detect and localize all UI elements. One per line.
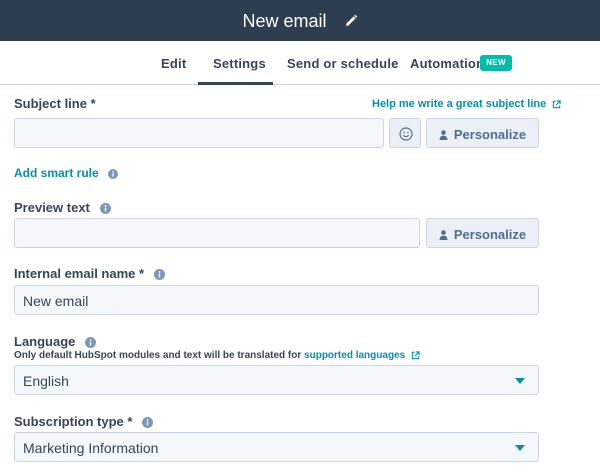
caret-down-icon	[515, 445, 525, 451]
pencil-icon[interactable]	[344, 14, 358, 28]
supported-languages-link[interactable]: supported languages	[304, 350, 405, 361]
smiley-icon	[399, 127, 413, 141]
subject-personalize-label: Personalize	[453, 127, 527, 142]
tab-bar: Edit Settings Send or schedule Automatio…	[0, 41, 600, 85]
supported-languages-text[interactable]: supported languages	[304, 350, 405, 361]
subject-personalize-button[interactable]: Personalize	[426, 118, 539, 148]
subject-line-input[interactable]	[14, 118, 384, 148]
preview-personalize-button[interactable]: Personalize	[426, 218, 539, 248]
email-title-area[interactable]: New email	[0, 10, 600, 32]
info-icon	[153, 269, 165, 281]
subscription-type-label: Subscription type *	[14, 414, 133, 429]
header-bar: New email	[0, 0, 600, 41]
person-icon	[439, 230, 448, 240]
external-link-icon	[411, 351, 420, 360]
internal-name-label: Internal email name *	[14, 266, 145, 281]
help-subject-line-link[interactable]: Help me write a great subject line	[372, 98, 561, 110]
subscription-type-select[interactable]: Marketing Information	[14, 432, 539, 462]
language-select[interactable]: English	[14, 365, 539, 395]
subscription-selected-value: Marketing Information	[23, 440, 159, 456]
preview-personalize-label: Personalize	[453, 227, 527, 242]
add-smart-rule-link[interactable]: Add smart rule	[14, 166, 119, 180]
help-subject-line-text[interactable]: Help me write a great subject line	[372, 98, 546, 110]
info-icon	[142, 417, 154, 429]
internal-email-name-input[interactable]: New email	[14, 285, 539, 315]
add-smart-rule-text[interactable]: Add smart rule	[14, 166, 99, 180]
info-icon	[85, 337, 97, 349]
tab-automation[interactable]: Automation	[410, 56, 484, 71]
person-icon	[439, 130, 448, 140]
info-icon	[99, 203, 111, 215]
caret-down-icon	[515, 378, 525, 384]
subscription-label-row: Subscription type *	[14, 414, 154, 429]
subject-line-label: Subject line *	[14, 96, 96, 111]
preview-text-input[interactable]	[14, 218, 420, 248]
tab-send-or-schedule[interactable]: Send or schedule	[287, 56, 399, 71]
info-icon	[108, 168, 119, 179]
new-badge: NEW	[480, 55, 512, 71]
email-title[interactable]: New email	[242, 11, 326, 31]
language-label-row: Language	[14, 334, 97, 349]
preview-text-label: Preview text	[14, 200, 90, 215]
external-link-icon	[553, 99, 561, 108]
emoji-button[interactable]	[389, 118, 421, 148]
tab-settings[interactable]: Settings	[213, 56, 266, 71]
preview-text-label-row: Preview text	[14, 200, 111, 215]
language-selected-value: English	[23, 373, 69, 389]
language-label: Language	[14, 334, 76, 349]
active-tab-indicator	[198, 82, 273, 85]
internal-name-label-row: Internal email name *	[14, 266, 165, 281]
tab-edit[interactable]: Edit	[161, 56, 186, 71]
language-help-text: Only default HubSpot modules and text wi…	[14, 350, 420, 361]
language-help-prefix: Only default HubSpot modules and text wi…	[14, 350, 302, 361]
